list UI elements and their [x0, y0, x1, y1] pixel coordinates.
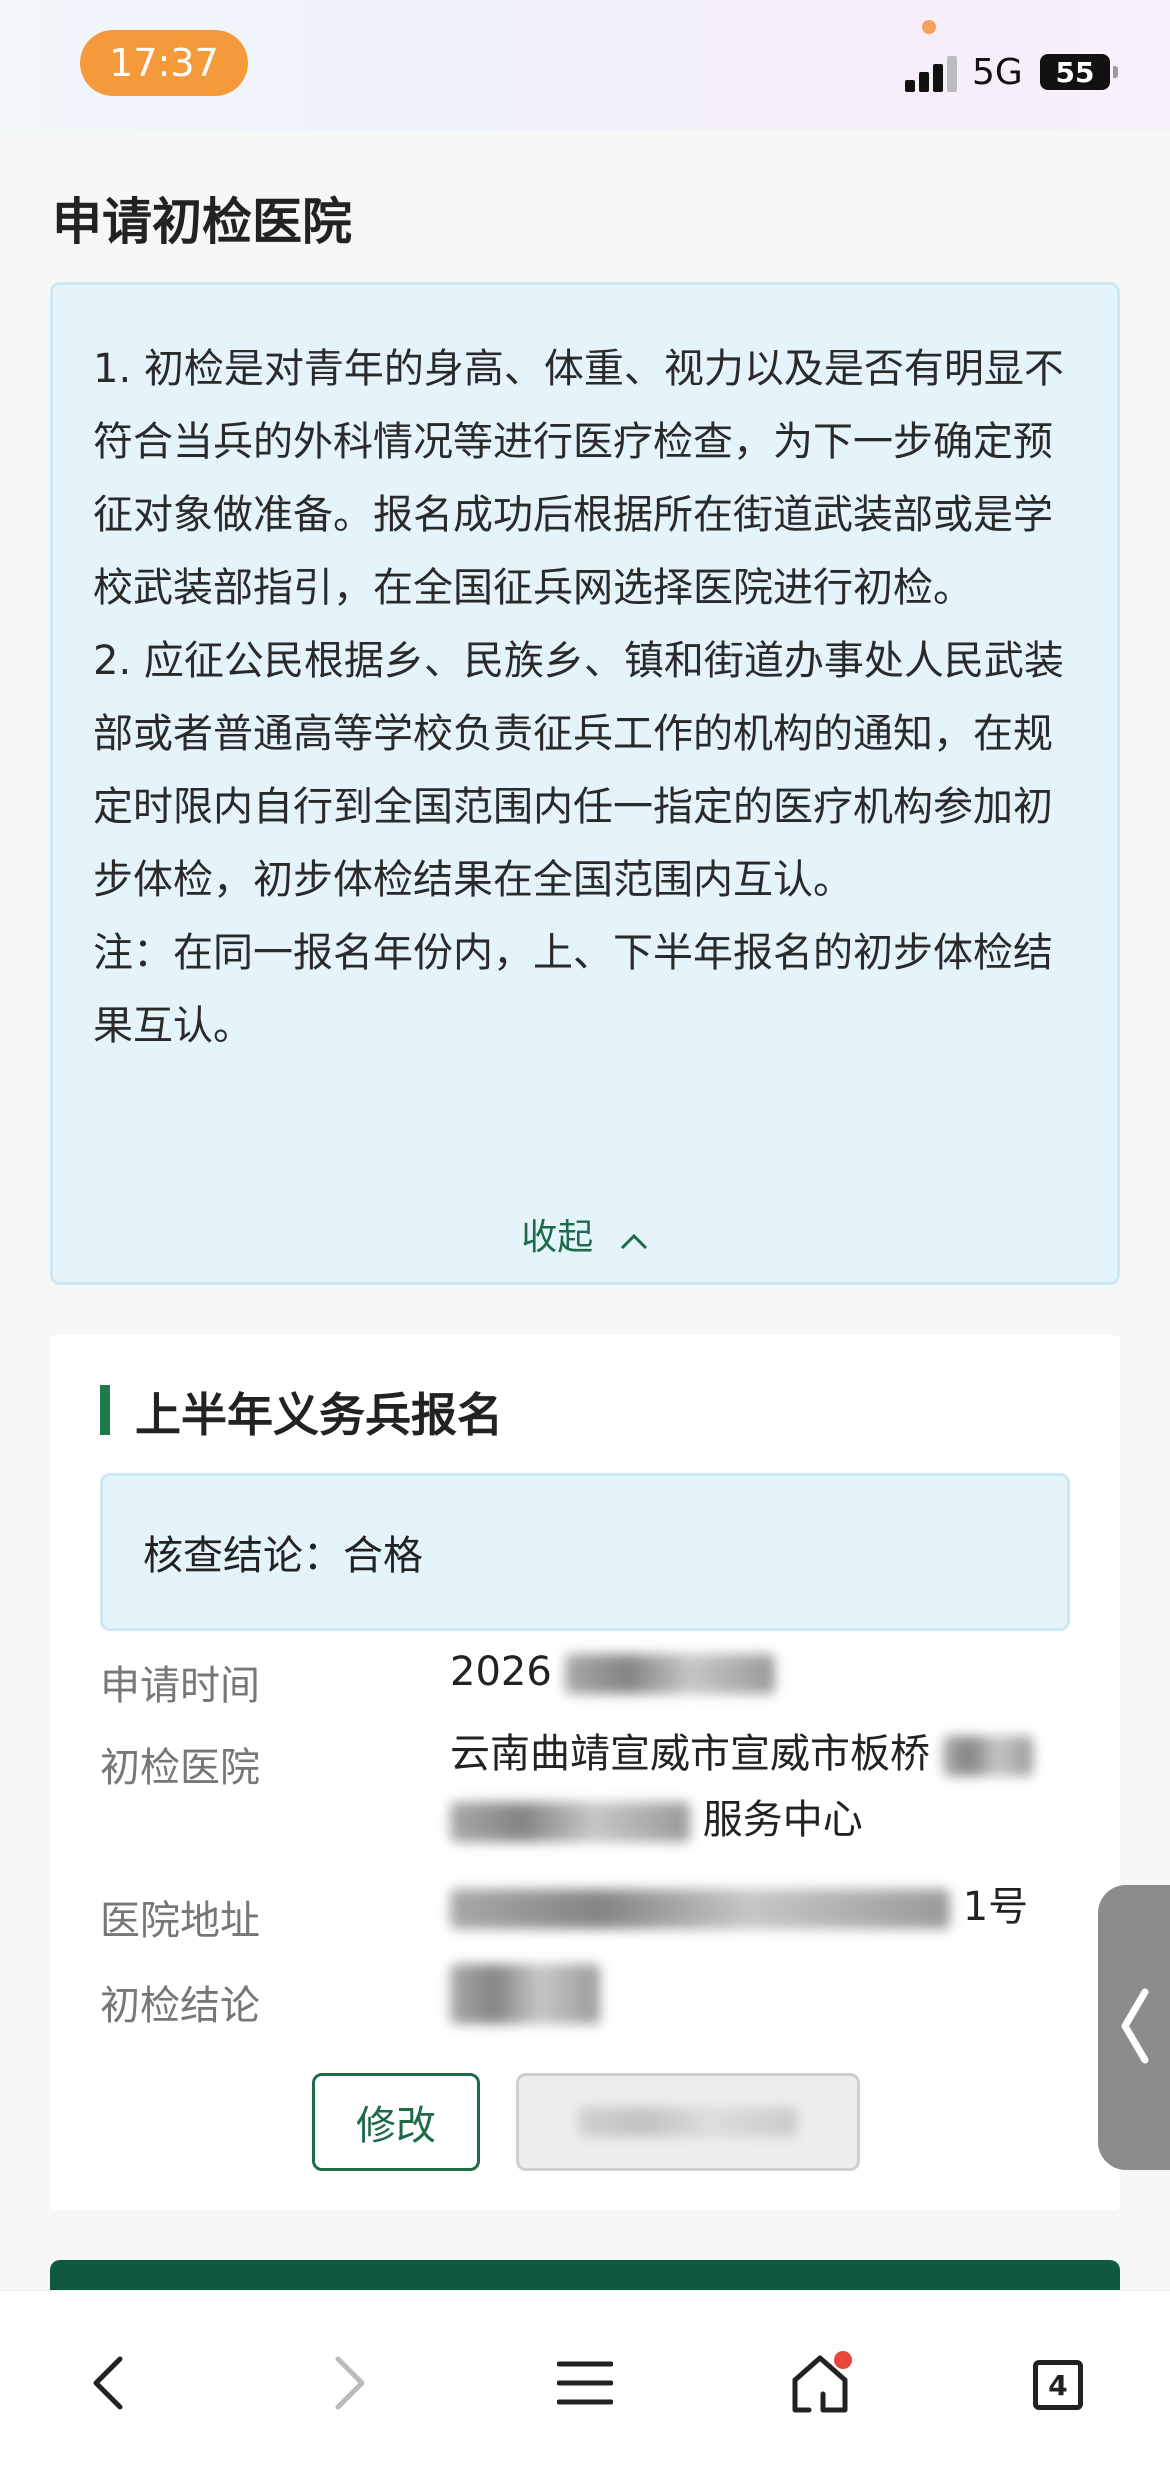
address-value: 1号 [450, 1874, 1070, 1940]
forward-button[interactable] [310, 2345, 390, 2425]
notice-box: 1. 初检是对青年的身高、体重、视力以及是否有明显不符合当兵的外科情况等进行医疗… [50, 282, 1120, 1285]
status-time[interactable]: 17:37 [80, 30, 248, 96]
section-title: 上半年义务兵报名 [135, 1388, 503, 1442]
hospital-line1: 云南曲靖宣威市宣威市板桥 [450, 1731, 930, 1777]
notice-note: 注：在同一报名年份内，上、下半年报名的初步体检结果互认。 [93, 930, 1053, 1049]
collapse-button[interactable]: 收起 [53, 1208, 1117, 1260]
signal-strength-icon [905, 52, 959, 92]
secondary-button-disabled[interactable] [516, 2073, 860, 2171]
tabs-icon: 4 [1033, 2360, 1083, 2410]
redacted-block [450, 1964, 600, 2024]
chevron-up-icon [619, 1219, 649, 1260]
side-drawer-handle[interactable] [1098, 1885, 1170, 2170]
back-button[interactable] [68, 2345, 148, 2425]
privacy-indicator-dot [922, 20, 936, 34]
status-bar: 17:37 5G 55 [0, 0, 1170, 130]
tabs-button[interactable]: 4 [1018, 2345, 1098, 2425]
redacted-block [450, 1889, 950, 1929]
collapse-label: 收起 [521, 1217, 594, 1258]
section-accent-bar [100, 1385, 110, 1435]
apply-time-text: 2026 [450, 1649, 552, 1695]
redacted-block [942, 1736, 1033, 1776]
hospital-value: 云南曲靖宣威市宣威市板桥 服务中心 [450, 1721, 1070, 1853]
hospital-label: 初检医院 [100, 1745, 260, 1791]
registration-card: 上半年义务兵报名 核查结论：合格 申请时间 2026 初检医院 云南曲靖宣威市宣… [50, 1335, 1120, 2210]
hospital-line2: 服务中心 [702, 1797, 863, 1843]
page-title: 申请初检医院 [52, 193, 352, 251]
battery-icon: 55 [1040, 54, 1118, 90]
tab-count: 4 [1048, 2368, 1068, 2402]
notice-paragraph-2: 2. 应征公民根据乡、民族乡、镇和街道办事处人民武装部或者普通高等学校负责征兵工… [93, 638, 1064, 903]
address-label: 医院地址 [100, 1898, 260, 1944]
verdict-text: 核查结论：合格 [143, 1533, 423, 1579]
redacted-block [450, 1802, 690, 1842]
chevron-left-icon [1117, 1986, 1151, 2070]
menu-icon [556, 2358, 614, 2412]
apply-time-label: 申请时间 [100, 1663, 260, 1709]
result-value [450, 1959, 1070, 2025]
chevron-left-icon [88, 2353, 128, 2417]
address-text: 1号 [962, 1884, 1029, 1930]
menu-button[interactable] [545, 2345, 625, 2425]
edit-button[interactable]: 修改 [312, 2073, 480, 2171]
verdict-box: 核查结论：合格 [100, 1473, 1070, 1631]
home-button[interactable] [782, 2345, 862, 2425]
network-type: 5G [972, 52, 1023, 93]
notice-paragraph-1: 1. 初检是对青年的身高、体重、视力以及是否有明显不符合当兵的外科情况等进行医疗… [93, 346, 1064, 611]
battery-level: 55 [1055, 55, 1095, 89]
apply-time-value: 2026 [450, 1639, 1070, 1705]
chevron-right-icon [330, 2353, 370, 2417]
redacted-block [578, 2107, 798, 2137]
home-icon [787, 2348, 857, 2422]
redacted-block [564, 1654, 775, 1694]
result-label: 初检结论 [100, 1983, 260, 2029]
